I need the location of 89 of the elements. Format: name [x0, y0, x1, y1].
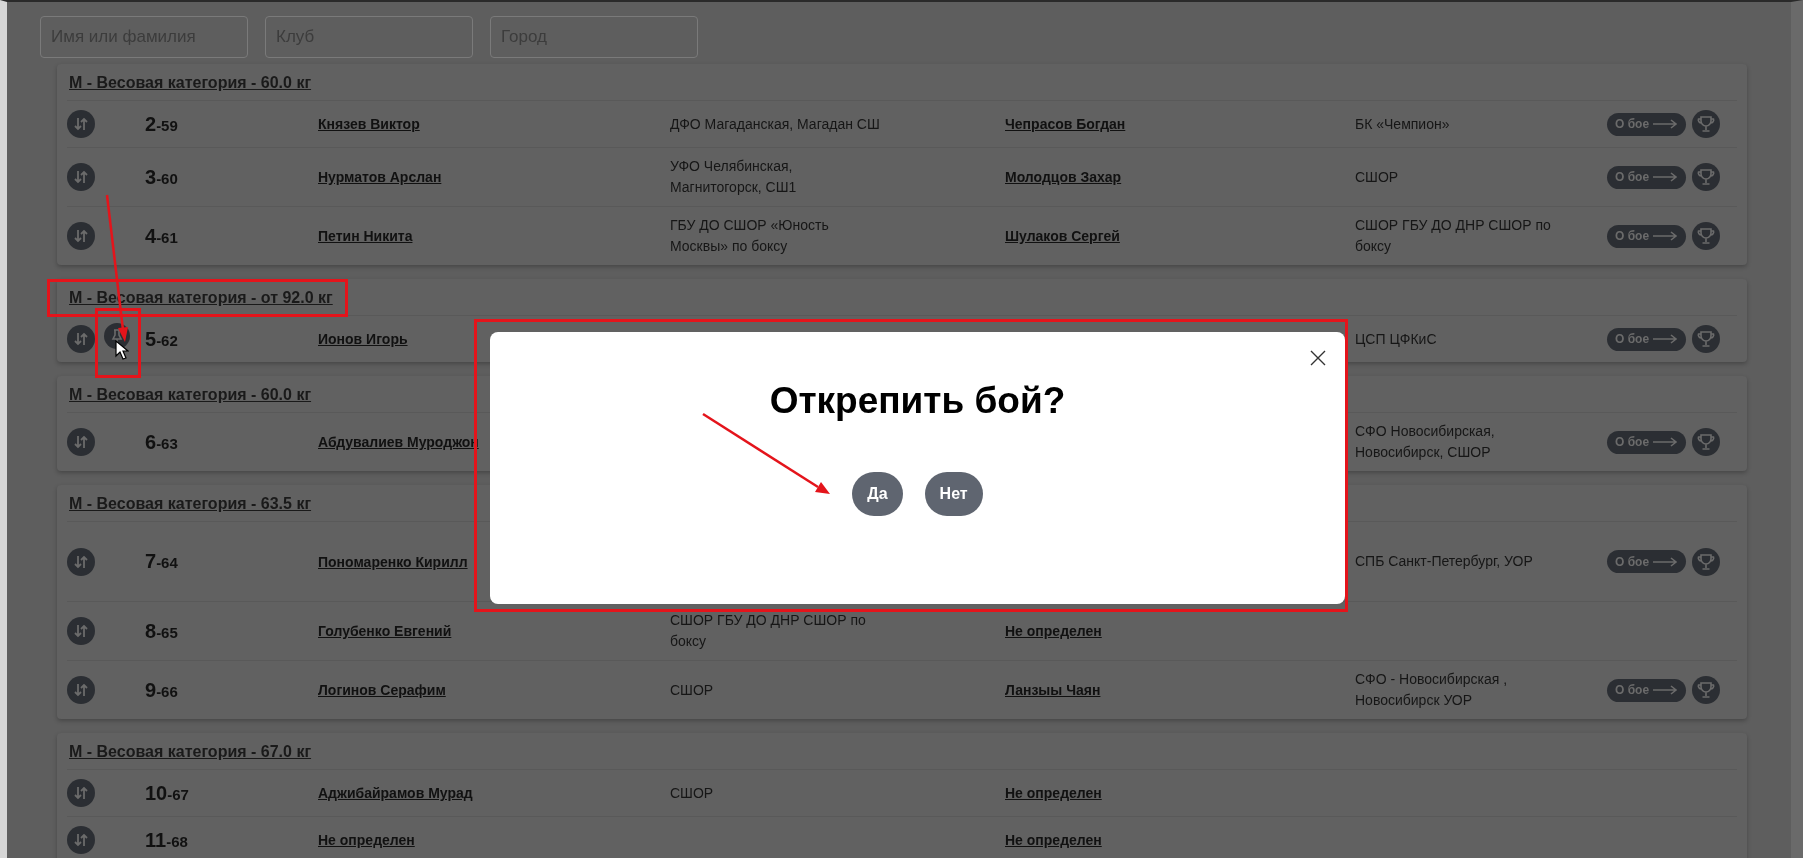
fighter-link[interactable]: Не определен [318, 832, 415, 848]
swap-icon[interactable] [67, 826, 95, 854]
fighter-link[interactable]: Князев Виктор [318, 116, 420, 132]
arrow-icon [1652, 119, 1679, 129]
fighter-link[interactable]: Петин Никита [318, 228, 413, 244]
fighter-link[interactable]: Пономаренко Кирилл [318, 553, 468, 570]
club-text: БК «Чемпион» [1355, 114, 1450, 134]
bout-number: 10 [145, 781, 168, 805]
swap-icon[interactable] [67, 110, 95, 138]
close-icon[interactable] [1310, 350, 1326, 366]
arrow-icon [1652, 172, 1679, 182]
bout-number: 2 [145, 112, 157, 136]
fighter-link[interactable]: Не определен [1005, 623, 1102, 639]
bout-index: -68 [166, 832, 188, 850]
category-title[interactable]: М - Весовая категория - 60.0 кг [69, 73, 312, 93]
fighter-link[interactable]: Аджибайрамов Мурад [318, 785, 473, 801]
club-text: СШОР [670, 783, 714, 803]
bout-number: 5 [145, 327, 157, 351]
trophy-icon[interactable] [1692, 325, 1721, 353]
category-title[interactable]: М - Весовая категория - 60.0 кг [69, 385, 312, 405]
fighter-link[interactable]: Нурматов Арслан [318, 169, 442, 185]
cursor-icon [115, 340, 129, 360]
fighter-link[interactable]: Ионов Игорь [318, 331, 408, 347]
category-title[interactable]: М - Весовая категория - 63.5 кг [69, 494, 312, 514]
bout-index: -63 [156, 434, 178, 452]
bout-number: 8 [145, 619, 157, 643]
swap-icon[interactable] [67, 779, 95, 807]
details-button[interactable]: О бое [1607, 165, 1687, 189]
swap-icon[interactable] [67, 617, 95, 645]
club-text: СФО Новосибирская, Новосибирск, СШОР [1355, 422, 1496, 462]
bout-index: -67 [167, 785, 189, 803]
fighter-link[interactable]: Ланзыы Чаян [1005, 682, 1101, 698]
trophy-icon[interactable] [1692, 428, 1721, 456]
arrow-icon [1652, 437, 1679, 447]
bout-index: -61 [156, 228, 178, 246]
trophy-icon[interactable] [1692, 222, 1721, 250]
details-button[interactable]: О бое [1607, 550, 1687, 573]
details-button[interactable]: О бое [1607, 224, 1687, 248]
bout-index: -65 [156, 623, 178, 641]
fighter-link[interactable]: Голубенко Евгений [318, 623, 452, 639]
swap-icon[interactable] [67, 428, 95, 456]
club-text: СШОР ГБУ ДО ДНР СШОР по боксу [1355, 216, 1552, 256]
trophy-icon[interactable] [1692, 676, 1721, 704]
details-button[interactable]: О бое [1607, 327, 1687, 351]
category-title[interactable]: М - Весовая категория - 67.0 кг [69, 742, 312, 762]
club-text: УФО Челябинская, Магнитогорск, СШ1 [670, 157, 798, 197]
club-text: СШОР ГБУ ДО ДНР СШОР по боксу [670, 611, 867, 651]
swap-icon[interactable] [67, 676, 95, 704]
fighter-link[interactable]: Не определен [1005, 785, 1102, 801]
club-text: ГБУ ДО СШОР «Юность Москвы» по боксу [670, 216, 830, 256]
dialog-button[interactable]: Нет [924, 472, 983, 516]
bout-index: -66 [156, 682, 178, 700]
bout-number: 4 [145, 224, 157, 248]
bout-number: 9 [145, 678, 157, 702]
swap-icon[interactable] [67, 163, 95, 191]
bout-number: 11 [145, 828, 167, 852]
club-text: ДФО Магаданская, Магадан СШ [670, 114, 880, 134]
bout-index: -64 [156, 554, 178, 571]
details-button[interactable]: О бое [1607, 678, 1687, 702]
details-button[interactable]: О бое [1607, 430, 1687, 454]
fighter-link[interactable]: Шулаков Сергей [1005, 228, 1120, 244]
arrow-icon [1652, 231, 1679, 241]
club-text: СШОР [670, 680, 714, 700]
bout-number: 6 [145, 430, 157, 454]
dialog-title: Открепить бой? [769, 380, 1066, 422]
club-text: СПБ Санкт-Петербург, УОР [1355, 552, 1533, 571]
fighter-link[interactable]: Чепрасов Богдан [1005, 116, 1126, 132]
fighter-link[interactable]: Логинов Серафим [318, 682, 446, 698]
swap-icon[interactable] [67, 547, 95, 576]
trophy-icon[interactable] [1692, 110, 1721, 138]
club-text: СФО - Новосибирская , Новосибирск УОР [1355, 670, 1509, 710]
club-text: ЦСП ЦФКиС [1355, 329, 1437, 349]
fighter-link[interactable]: Не определен [1005, 832, 1102, 848]
fighter-link[interactable]: Молодцов Захар [1005, 169, 1122, 185]
arrow-icon [1652, 334, 1679, 344]
trophy-icon[interactable] [1692, 547, 1721, 576]
bout-index: -59 [156, 116, 178, 134]
arrow-icon [1652, 556, 1679, 567]
bout-number: 7 [145, 550, 157, 573]
arrow-icon [1652, 685, 1679, 695]
bout-number: 3 [145, 165, 157, 189]
club-text: СШОР [1355, 167, 1399, 187]
swap-icon[interactable] [67, 325, 95, 353]
bout-index: -62 [156, 331, 178, 349]
dialog-button[interactable]: Да [852, 472, 903, 516]
swap-icon[interactable] [67, 222, 95, 250]
details-button[interactable]: О бое [1607, 112, 1687, 136]
bout-index: -60 [156, 169, 178, 187]
trophy-icon[interactable] [1692, 163, 1721, 191]
